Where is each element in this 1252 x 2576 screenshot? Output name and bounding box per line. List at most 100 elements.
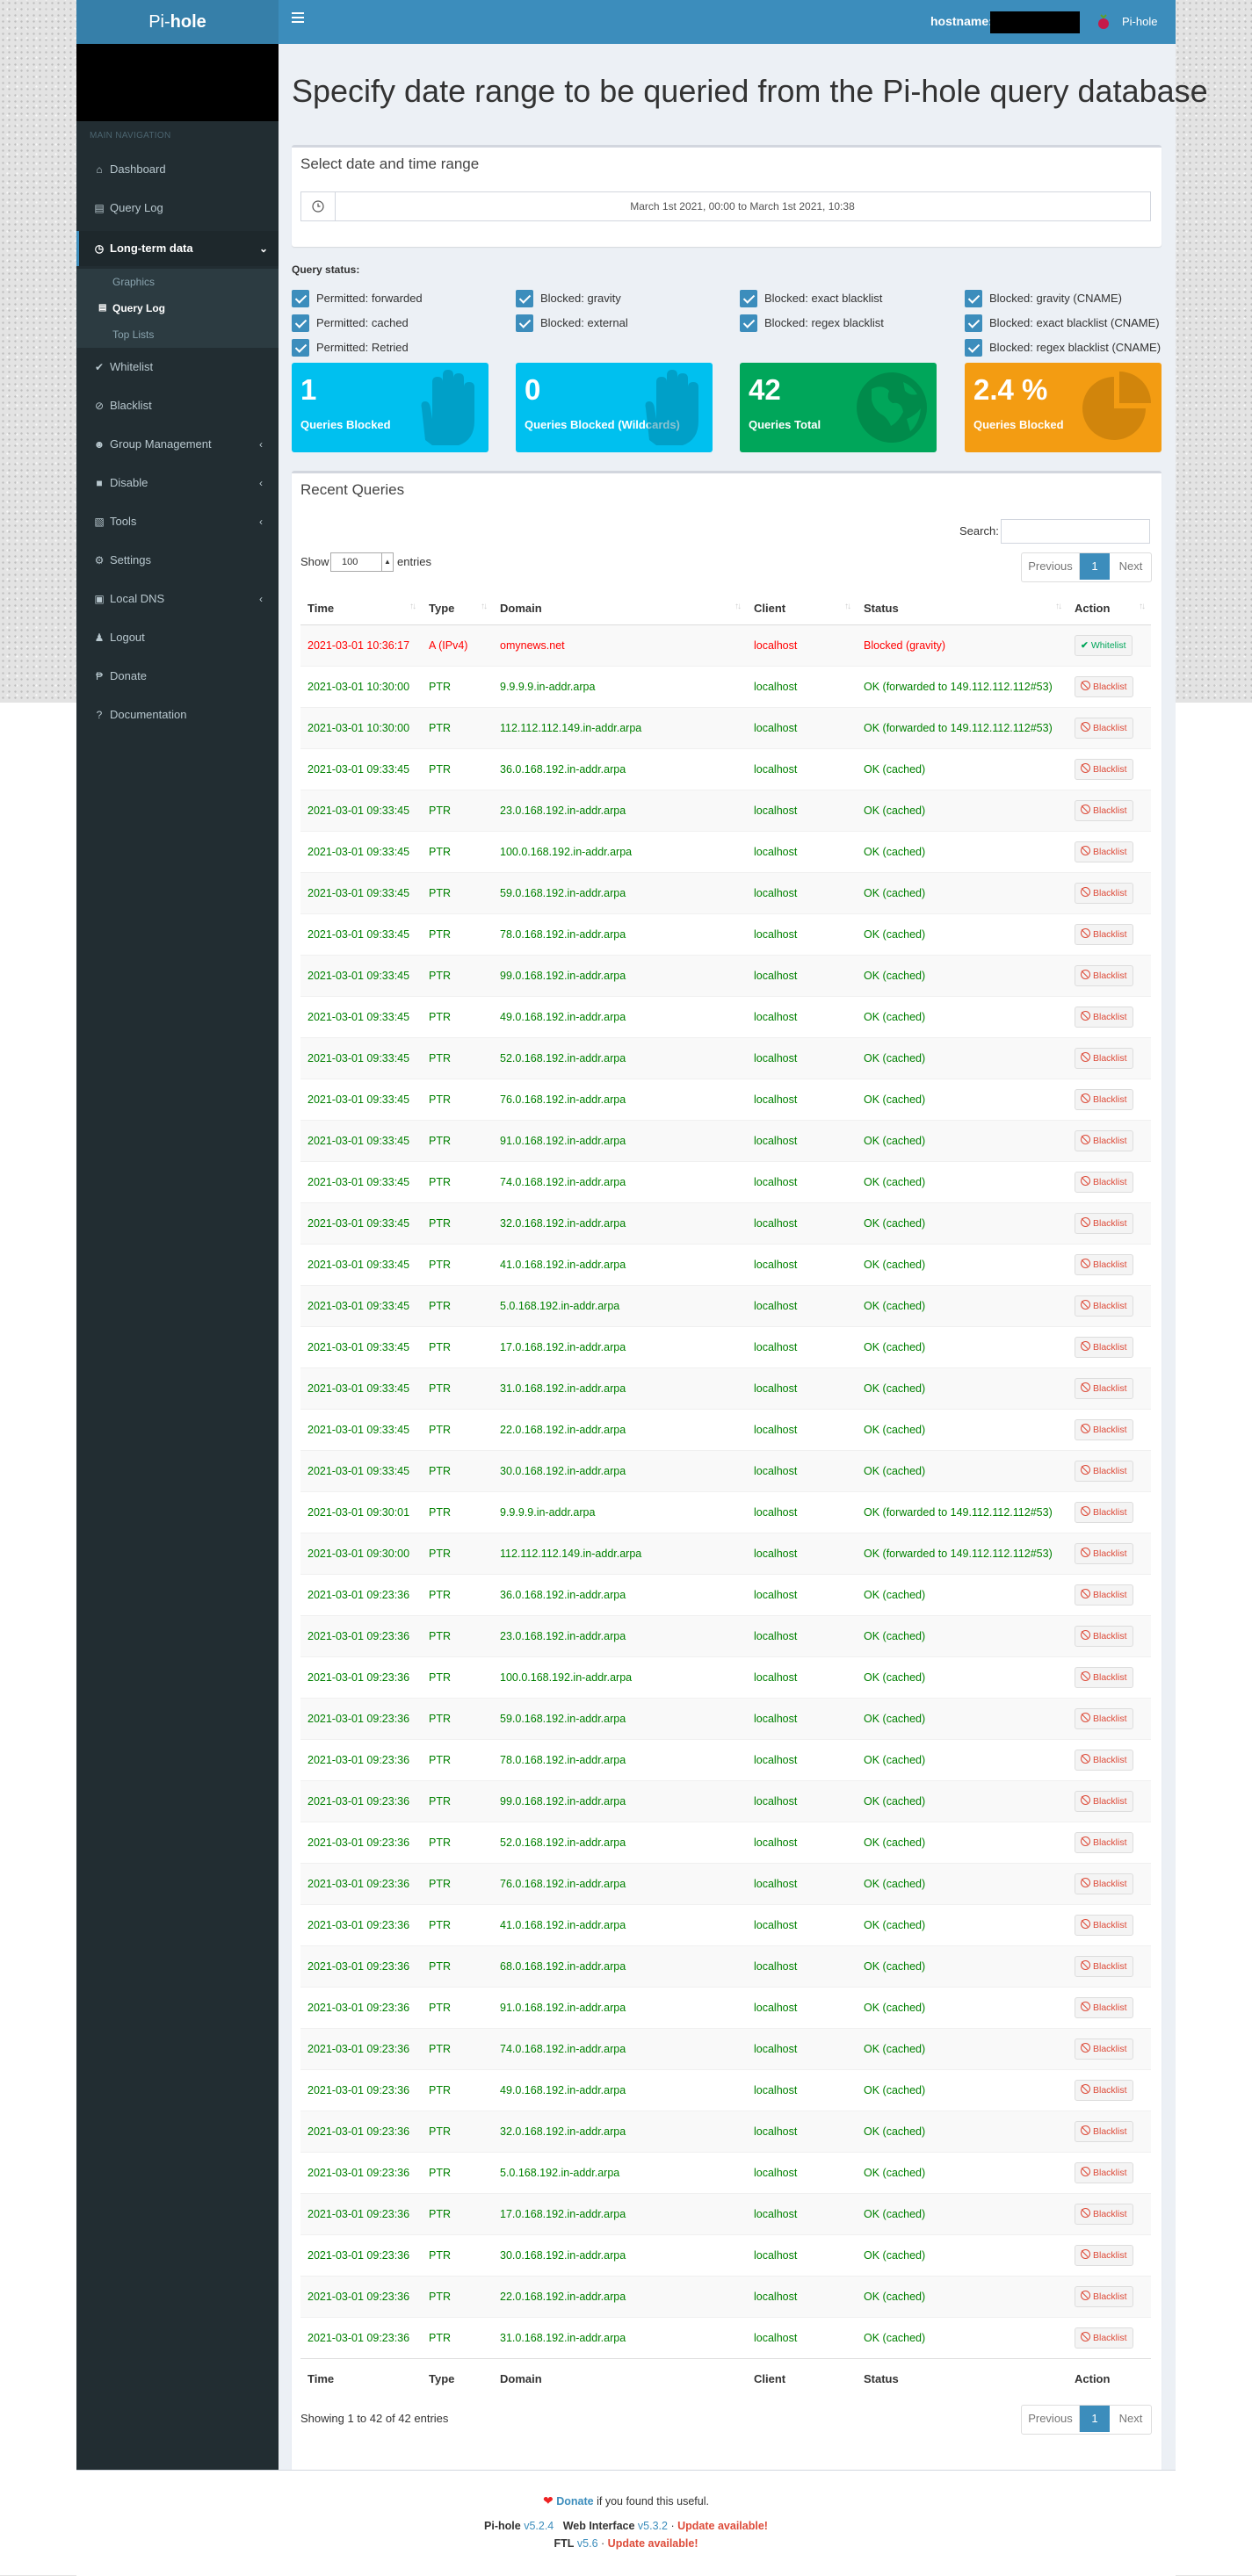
sidebar-item-query-log[interactable]: ▤ Query Log — [76, 191, 279, 226]
cell-type: PTR — [422, 1533, 493, 1575]
submenu-item-graphics[interactable]: Graphics — [76, 269, 279, 295]
blacklist-button[interactable]: Blacklist — [1075, 1089, 1133, 1110]
search-input[interactable] — [1001, 519, 1150, 544]
whitelist-button[interactable]: ✔ Whitelist — [1075, 635, 1133, 656]
previous-page-button[interactable]: Previous — [1022, 553, 1080, 580]
page-1-button[interactable]: 1 — [1080, 553, 1110, 580]
column-header-domain[interactable]: Domain ↑↓ — [493, 591, 747, 625]
blacklist-button[interactable]: Blacklist — [1075, 2286, 1133, 2307]
blacklist-button[interactable]: Blacklist — [1075, 965, 1133, 986]
cell-domain: 41.0.168.192.in-addr.arpa — [493, 1904, 747, 1946]
column-header-type[interactable]: Type ↑↓ — [422, 591, 493, 625]
column-header-action[interactable]: Action ↑↓ — [1067, 591, 1151, 625]
blacklist-button[interactable]: Blacklist — [1075, 1461, 1133, 1482]
cell-domain: 74.0.168.192.in-addr.arpa — [493, 1161, 747, 1203]
cell-domain: 74.0.168.192.in-addr.arpa — [493, 2028, 747, 2070]
cell-client: localhost — [747, 790, 857, 832]
blacklist-button[interactable]: Blacklist — [1075, 2121, 1133, 2142]
blacklist-button[interactable]: Blacklist — [1075, 1130, 1133, 1151]
cell-client: localhost — [747, 2276, 857, 2318]
sidebar-item-disable[interactable]: ■ Disable ‹ — [76, 465, 279, 501]
blacklist-button[interactable]: Blacklist — [1075, 2080, 1133, 2101]
blacklist-button[interactable]: Blacklist — [1075, 1791, 1133, 1812]
blacklist-button[interactable]: Blacklist — [1075, 1378, 1133, 1399]
blacklist-button[interactable]: Blacklist — [1075, 1172, 1133, 1193]
blacklist-button[interactable]: Blacklist — [1075, 1213, 1133, 1234]
web-update-available-link[interactable]: Update available! — [677, 2520, 768, 2532]
sidebar-item-long-term-data[interactable]: ◷ Long-term data ⌄ — [76, 231, 279, 266]
donate-link[interactable]: Donate — [556, 2495, 593, 2507]
table-row: 2021-03-01 09:23:36 PTR 22.0.168.192.in-ad… — [300, 2276, 1151, 2318]
cell-domain: 5.0.168.192.in-addr.arpa — [493, 2152, 747, 2194]
sidebar-item-whitelist[interactable]: ✔ Whitelist — [76, 350, 279, 385]
ban-icon — [1081, 1176, 1090, 1186]
ftl-version[interactable]: v5.6 — [577, 2537, 598, 2550]
sidebar-item-dashboard[interactable]: ⌂ Dashboard — [76, 152, 279, 187]
blacklist-button[interactable]: Blacklist — [1075, 1543, 1133, 1564]
sidebar-item-donate[interactable]: ₱ Donate — [76, 659, 279, 694]
stop-icon: ■ — [96, 477, 103, 489]
column-header-client[interactable]: Client ↑↓ — [747, 591, 857, 625]
blacklist-button[interactable]: Blacklist — [1075, 883, 1133, 904]
submenu-item-query-log[interactable]: ▤ Query Log — [76, 295, 279, 321]
column-header-status[interactable]: Status ↑↓ — [857, 591, 1067, 625]
blacklist-button[interactable]: Blacklist — [1075, 1956, 1133, 1977]
next-page-button[interactable]: Next — [1111, 2406, 1151, 2432]
blacklist-button[interactable]: Blacklist — [1075, 1584, 1133, 1605]
blacklist-button[interactable]: Blacklist — [1075, 2038, 1133, 2060]
previous-page-button[interactable]: Previous — [1022, 2406, 1080, 2432]
blacklist-button[interactable]: Blacklist — [1075, 1832, 1133, 1853]
blacklist-button[interactable]: Blacklist — [1075, 1667, 1133, 1688]
blacklist-button[interactable]: Blacklist — [1075, 1048, 1133, 1069]
blacklist-button[interactable]: Blacklist — [1075, 2162, 1133, 2183]
blacklist-button[interactable]: Blacklist — [1075, 1295, 1133, 1317]
blacklist-button[interactable]: Blacklist — [1075, 2327, 1133, 2349]
ftl-update-available-link[interactable]: Update available! — [608, 2537, 698, 2550]
user-menu[interactable]: Pi-hole — [1122, 15, 1157, 28]
pihole-version[interactable]: v5.2.4 — [524, 2520, 554, 2532]
page-1-button[interactable]: 1 — [1080, 2406, 1110, 2432]
blacklist-button[interactable]: Blacklist — [1075, 1873, 1133, 1894]
blacklist-button[interactable]: Blacklist — [1075, 800, 1133, 821]
blacklist-button[interactable]: Blacklist — [1075, 2204, 1133, 2225]
column-header-time[interactable]: Time ↑↓ — [300, 591, 422, 625]
blacklist-button[interactable]: Blacklist — [1075, 759, 1133, 780]
web-interface-version[interactable]: v5.3.2 — [638, 2520, 668, 2532]
sidebar-item-blacklist[interactable]: ⊘ Blacklist — [76, 388, 279, 423]
cell-domain: 112.112.112.149.in-addr.arpa — [493, 707, 747, 749]
action-button-label: Whitelist — [1090, 640, 1126, 651]
cell-status: OK (cached) — [857, 1285, 1067, 1327]
blacklist-button[interactable]: Blacklist — [1075, 1997, 1133, 2018]
blacklist-button[interactable]: Blacklist — [1075, 841, 1133, 862]
blacklist-button[interactable]: Blacklist — [1075, 1708, 1133, 1729]
sidebar-item-local-dns[interactable]: ▣ Local DNS ‹ — [76, 581, 279, 617]
sidebar-item-group-management[interactable]: ☻ Group Management ‹ — [76, 427, 279, 462]
cell-type: PTR — [422, 996, 493, 1038]
entries-length-select[interactable]: 100 ▲ — [330, 552, 394, 572]
blacklist-button[interactable]: Blacklist — [1075, 1007, 1133, 1028]
sidebar-item-documentation[interactable]: ? Documentation — [76, 697, 279, 732]
blacklist-button[interactable]: Blacklist — [1075, 924, 1133, 945]
date-range-box: Select date and time range March 1st 202… — [292, 145, 1162, 247]
blacklist-button[interactable]: Blacklist — [1075, 1337, 1133, 1358]
submenu-item-top-lists[interactable]: Top Lists — [76, 321, 279, 348]
sidebar-item-logout[interactable]: ♟ Logout — [76, 620, 279, 655]
blacklist-button[interactable]: Blacklist — [1075, 1419, 1133, 1440]
blacklist-button[interactable]: Blacklist — [1075, 1915, 1133, 1936]
blacklist-button[interactable]: Blacklist — [1075, 1626, 1133, 1647]
sidebar-item-tools[interactable]: ▧ Tools ‹ — [76, 504, 279, 539]
blacklist-button[interactable]: Blacklist — [1075, 1254, 1133, 1275]
sidebar-toggle-icon[interactable] — [292, 12, 304, 23]
blacklist-button[interactable]: Blacklist — [1075, 676, 1133, 697]
blacklist-button[interactable]: Blacklist — [1075, 2245, 1133, 2266]
blacklist-button[interactable]: Blacklist — [1075, 1750, 1133, 1771]
sidebar-item-settings[interactable]: ⚙ Settings — [76, 543, 279, 578]
cell-status: OK (cached) — [857, 2317, 1067, 2359]
column-footer-status: Status — [857, 2358, 1067, 2398]
pihole-logo[interactable]: Pi-hole — [76, 0, 279, 44]
blacklist-button[interactable]: Blacklist — [1075, 718, 1133, 739]
sidebar-item-label: Documentation — [110, 708, 187, 721]
next-page-button[interactable]: Next — [1111, 553, 1151, 580]
blacklist-button[interactable]: Blacklist — [1075, 1502, 1133, 1523]
date-range-picker[interactable]: March 1st 2021, 00:00 to March 1st 2021,… — [300, 191, 1151, 221]
